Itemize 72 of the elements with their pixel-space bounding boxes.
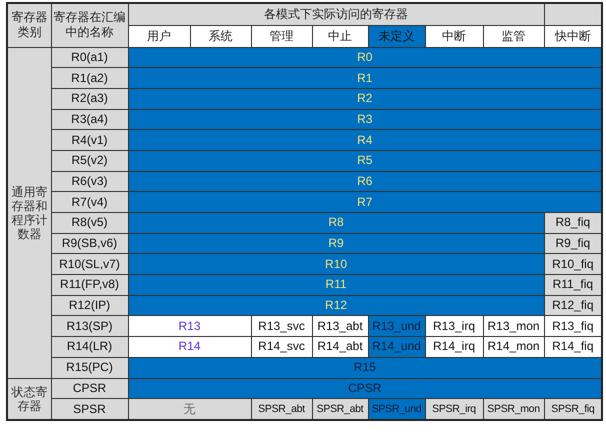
table-cell: SPSR_abt — [251, 398, 312, 420]
table-cell: SPSR_irq — [425, 398, 483, 420]
table-cell: CPSR — [128, 378, 602, 399]
table-cell: R12 — [128, 295, 544, 316]
row-header: R13(SP) — [51, 316, 128, 337]
table-cell: R2 — [128, 88, 602, 110]
row-category: 通用寄存器和程序计数器 — [7, 47, 51, 378]
table-cell: R10_fiq — [544, 254, 602, 275]
table-cell: R14_svc — [251, 336, 312, 358]
row-header: R6(v3) — [51, 171, 128, 192]
table-cell: R11 — [128, 274, 544, 296]
row-header: R1(a2) — [51, 68, 128, 88]
row-header: R11(FP,v8) — [51, 274, 128, 296]
table-cell: R6 — [128, 171, 602, 192]
column-header: 中断 — [425, 25, 483, 47]
table-cell: R13_und — [368, 316, 425, 337]
table-cell: R5 — [128, 150, 602, 172]
table-cell: R14_fiq — [544, 336, 602, 358]
row-header: R4(v1) — [51, 130, 128, 150]
table-cell: R14_mon — [483, 336, 544, 358]
table-cell: R13_abt — [312, 316, 368, 337]
table-cell: R13_svc — [251, 316, 312, 337]
table-cell: R0 — [128, 47, 602, 68]
table-cell: SPSR_und — [368, 398, 425, 420]
row-header: R7(v4) — [51, 192, 128, 212]
table-cell: R4 — [128, 130, 602, 150]
row-header: SPSR — [51, 398, 128, 420]
row-header: R3(a4) — [51, 109, 128, 130]
column-header: 管理 — [251, 25, 312, 47]
table-cell: R1 — [128, 68, 602, 88]
table-cell: R13_mon — [483, 316, 544, 337]
table-cell: R14_irq — [425, 336, 483, 358]
row-header: R0(a1) — [51, 47, 128, 68]
column-header: 快中断 — [544, 25, 602, 47]
table-cell: R8 — [128, 212, 544, 234]
column-header: 监管 — [483, 25, 544, 47]
row-header: R12(IP) — [51, 295, 128, 316]
table-cell: SPSR_fiq — [544, 398, 602, 420]
column-header: 寄存器类别 — [7, 3, 51, 47]
row-header: R14(LR) — [51, 336, 128, 358]
column-header: 系统 — [190, 25, 251, 47]
table-cell: R7 — [128, 192, 602, 212]
row-category: 状态寄存器 — [7, 378, 51, 420]
row-header: CPSR — [51, 378, 128, 399]
table-cell: R14_abt — [312, 336, 368, 358]
row-header: R8(v5) — [51, 212, 128, 234]
table-cell: R10 — [128, 254, 544, 275]
row-header: R15(PC) — [51, 357, 128, 378]
table-cell: R9 — [128, 233, 544, 254]
table-cell: R11_fiq — [544, 274, 602, 296]
row-header: R2(a3) — [51, 88, 128, 110]
column-header: 用户 — [128, 25, 190, 47]
table-cell: R14_und — [368, 336, 425, 358]
table-cell: R8_fiq — [544, 212, 602, 234]
table-cell: R14 — [128, 336, 251, 358]
table-cell: SPSR_abt — [312, 398, 368, 420]
column-header: 中止 — [312, 25, 368, 47]
row-header: R5(v2) — [51, 150, 128, 172]
table-cell: R12_fiq — [544, 295, 602, 316]
table-cell: R9_fiq — [544, 233, 602, 254]
column-header: 未定义 — [368, 25, 425, 47]
table-cell: R13 — [128, 316, 251, 337]
table-cell: SPSR_mon — [483, 398, 544, 420]
table-cell: R15 — [128, 357, 602, 378]
table-cell: R13_irq — [425, 316, 483, 337]
column-header: 各模式下实际访问的寄存器 — [128, 3, 544, 25]
row-header: R9(SB,v6) — [51, 233, 128, 254]
table-cell: 无 — [128, 398, 251, 420]
row-header: R10(SL,v7) — [51, 254, 128, 275]
table-cell: R3 — [128, 109, 602, 130]
column-header: 寄存器在汇编中的名称 — [51, 3, 128, 47]
table-cell: R13_fiq — [544, 316, 602, 337]
